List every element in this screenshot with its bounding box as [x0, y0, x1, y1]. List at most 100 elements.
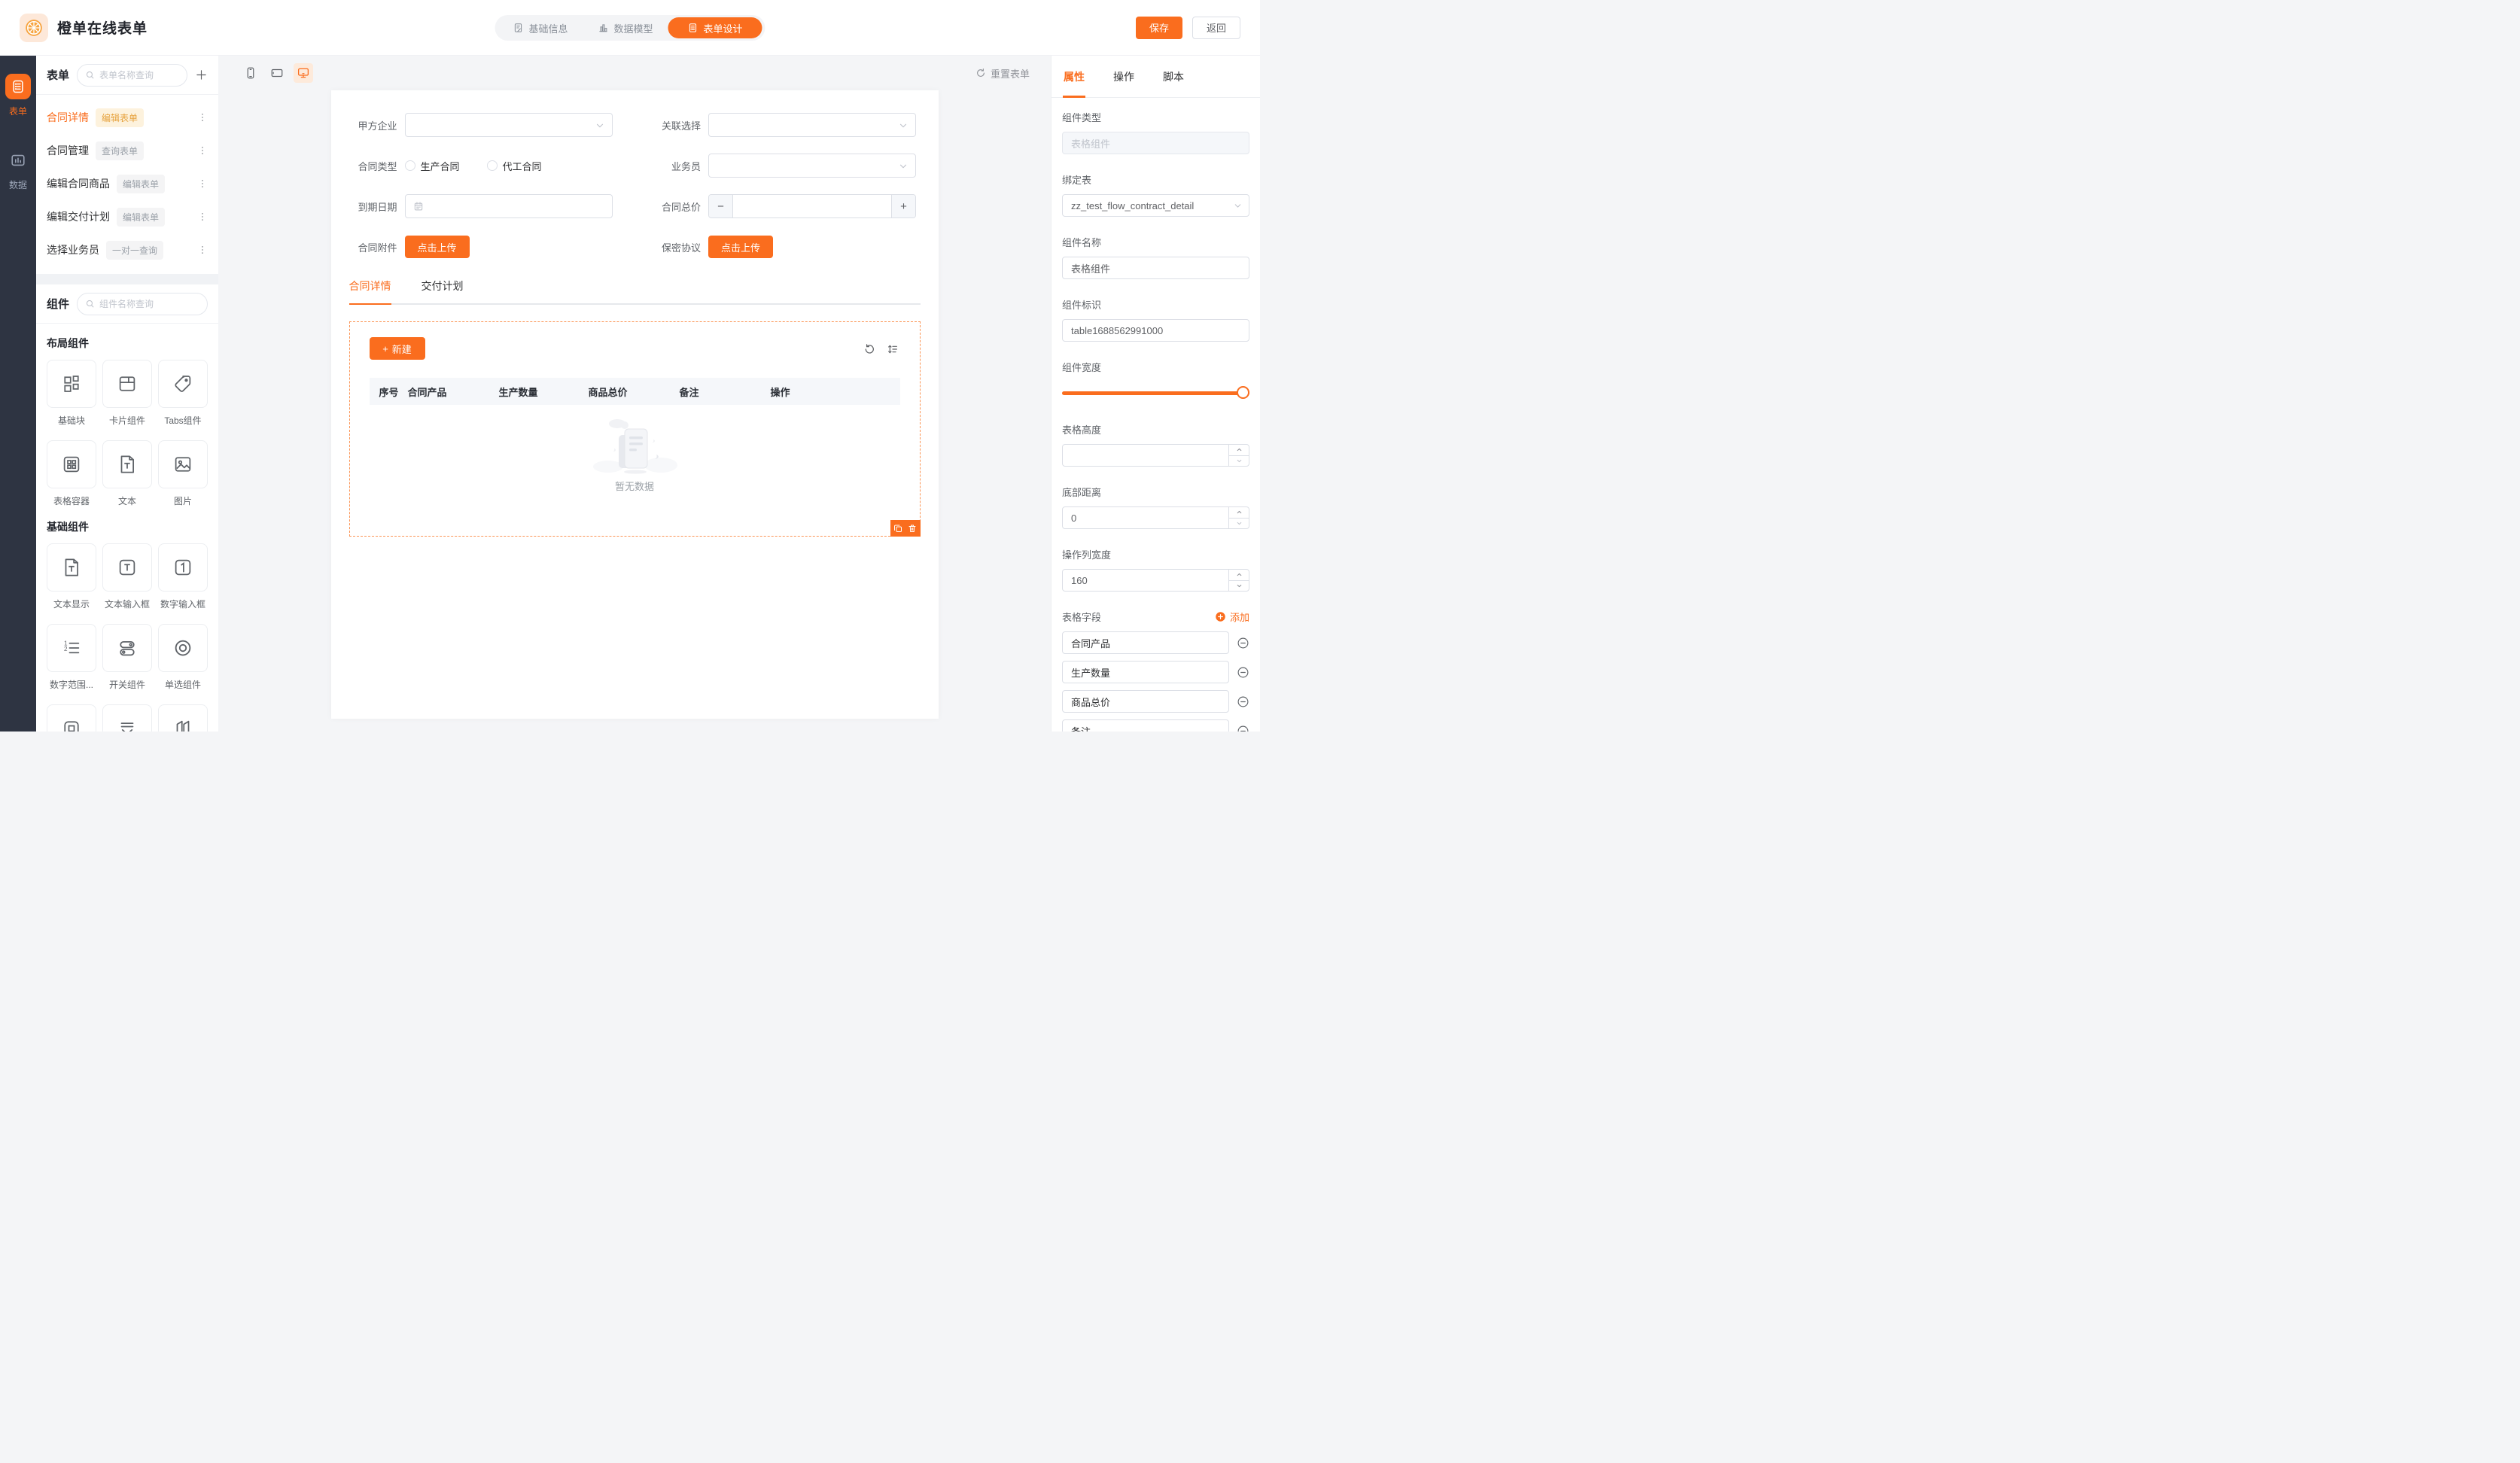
- select-icon: [116, 717, 138, 732]
- delete-trash-icon[interactable]: [908, 524, 917, 533]
- phone-icon[interactable]: [241, 63, 260, 83]
- radio-production-contract[interactable]: 生产合同: [405, 159, 460, 173]
- increase-button[interactable]: +: [891, 195, 915, 217]
- total-price-value[interactable]: [733, 195, 891, 217]
- more-menu-icon[interactable]: [197, 112, 208, 123]
- form-list-item[interactable]: 编辑合同商品 编辑表单: [36, 167, 218, 200]
- component-tile-number-input[interactable]: 数字输入框: [158, 543, 208, 610]
- tab-data-model[interactable]: 数据模型: [583, 15, 668, 41]
- op-col-width-input[interactable]: [1062, 569, 1249, 592]
- chevron-down-icon: [1233, 201, 1243, 211]
- input-text-icon: [116, 556, 138, 579]
- component-tile-select[interactable]: [102, 704, 152, 732]
- slider-track[interactable]: [1062, 391, 1249, 395]
- image-icon: [172, 453, 194, 476]
- tag-icon: [172, 373, 194, 395]
- step-up-icon[interactable]: [1229, 506, 1249, 519]
- attachment-upload-button[interactable]: 点击上传: [405, 236, 470, 258]
- form-search-input[interactable]: [99, 70, 179, 81]
- table-container-icon: [60, 453, 83, 476]
- component-tile-number-range[interactable]: 12 数字范围...: [47, 624, 96, 691]
- undo-refresh-icon[interactable]: [863, 343, 875, 355]
- tab-delivery-plan[interactable]: 交付计划: [422, 278, 464, 303]
- step-down-icon[interactable]: [1229, 519, 1249, 530]
- component-tile-table-container[interactable]: 表格容器: [47, 440, 96, 507]
- plus-circle-icon: [1215, 611, 1226, 622]
- more-menu-icon[interactable]: [197, 211, 208, 222]
- component-tile-radio[interactable]: 单选组件: [158, 624, 208, 691]
- reset-form-button[interactable]: 重置表单: [975, 66, 1030, 81]
- component-tile-basic-block[interactable]: 基础块: [47, 360, 96, 427]
- tab-form-design[interactable]: 表单设计: [668, 17, 762, 38]
- minus-circle-icon[interactable]: [1237, 637, 1249, 649]
- salesman-select[interactable]: [708, 154, 916, 178]
- bottom-margin-input[interactable]: [1062, 506, 1249, 529]
- back-button[interactable]: 返回: [1192, 17, 1240, 39]
- component-tile-text[interactable]: 文本: [102, 440, 152, 507]
- chevron-down-icon: [898, 120, 908, 131]
- component-tile-cascade[interactable]: [158, 704, 208, 732]
- tab-basic-info[interactable]: 基础信息: [498, 15, 583, 41]
- form-list-item[interactable]: 编辑交付计划 编辑表单: [36, 200, 218, 233]
- component-tile-text-display[interactable]: 文本显示: [47, 543, 96, 610]
- field-label: 关联选择: [653, 118, 701, 132]
- copy-icon[interactable]: [893, 524, 902, 533]
- tab-contract-detail[interactable]: 合同详情: [349, 278, 391, 303]
- op-col-width-stepper: [1062, 569, 1249, 592]
- more-menu-icon[interactable]: [197, 245, 208, 255]
- tab-script[interactable]: 脚本: [1163, 56, 1184, 98]
- calendar-icon: [413, 201, 424, 211]
- component-tile-image[interactable]: 图片: [158, 440, 208, 507]
- component-id-input[interactable]: [1062, 319, 1249, 342]
- more-menu-icon[interactable]: [197, 178, 208, 189]
- table-field-item: 商品总价: [1062, 690, 1249, 713]
- column-sort-icon[interactable]: [887, 343, 899, 355]
- prop-label: 组件类型: [1062, 110, 1249, 124]
- svg-text:2: 2: [64, 646, 68, 652]
- properties-panel: 属性 操作 脚本 组件类型 绑定表 zz_test_flow_contract_…: [1051, 56, 1260, 732]
- step-up-icon[interactable]: [1229, 444, 1249, 456]
- minus-circle-icon[interactable]: [1237, 666, 1249, 679]
- party-company-select[interactable]: [405, 113, 613, 137]
- prop-label: 组件宽度: [1062, 360, 1249, 374]
- minus-circle-icon[interactable]: [1237, 695, 1249, 708]
- new-row-button[interactable]: + 新建: [370, 337, 425, 360]
- total-price-number-input: − +: [708, 194, 916, 218]
- more-menu-icon[interactable]: [197, 145, 208, 156]
- form-list-item[interactable]: 合同管理 查询表单: [36, 134, 218, 167]
- selected-table-component[interactable]: + 新建 序号 合同产品 生产数量 商品总价 备注 操作: [349, 321, 921, 537]
- due-date-input[interactable]: [405, 194, 613, 218]
- step-down-icon[interactable]: [1229, 581, 1249, 592]
- add-field-button[interactable]: 添加: [1215, 610, 1249, 624]
- form-list-item[interactable]: 选择业务员 一对一查询: [36, 233, 218, 266]
- tab-properties[interactable]: 属性: [1064, 56, 1085, 98]
- relation-select[interactable]: [708, 113, 916, 137]
- component-tile-switch[interactable]: 开关组件: [102, 624, 152, 691]
- desktop-icon[interactable]: [294, 63, 313, 83]
- rail-item-forms[interactable]: 表单: [5, 74, 31, 117]
- tab-actions[interactable]: 操作: [1113, 56, 1134, 98]
- component-tile-text-input[interactable]: 文本输入框: [102, 543, 152, 610]
- form-list-item[interactable]: 合同详情 编辑表单: [36, 101, 218, 134]
- component-tile-checkbox[interactable]: [47, 704, 96, 732]
- form-type-badge: 编辑表单: [117, 175, 165, 193]
- step-down-icon[interactable]: [1229, 456, 1249, 467]
- decrease-button[interactable]: −: [709, 195, 733, 217]
- step-up-icon[interactable]: [1229, 569, 1249, 581]
- component-tile-tabs[interactable]: Tabs组件: [158, 360, 208, 427]
- table-height-input[interactable]: [1062, 444, 1249, 467]
- save-button[interactable]: 保存: [1136, 17, 1182, 39]
- component-tile-card[interactable]: 卡片组件: [102, 360, 152, 427]
- component-search-input[interactable]: [99, 299, 199, 309]
- bind-table-select[interactable]: zz_test_flow_contract_detail: [1062, 194, 1249, 217]
- add-form-button[interactable]: [195, 68, 208, 81]
- nda-upload-button[interactable]: 点击上传: [708, 236, 773, 258]
- minus-circle-icon[interactable]: [1237, 725, 1249, 732]
- component-name-input[interactable]: [1062, 257, 1249, 279]
- panel-divider: [36, 274, 218, 284]
- basic-components-title: 基础组件: [36, 507, 218, 542]
- tablet-icon[interactable]: [267, 63, 287, 83]
- rail-item-data[interactable]: 数据: [5, 148, 31, 191]
- radio-oem-contract[interactable]: 代工合同: [487, 159, 542, 173]
- slider-handle[interactable]: [1237, 386, 1249, 399]
